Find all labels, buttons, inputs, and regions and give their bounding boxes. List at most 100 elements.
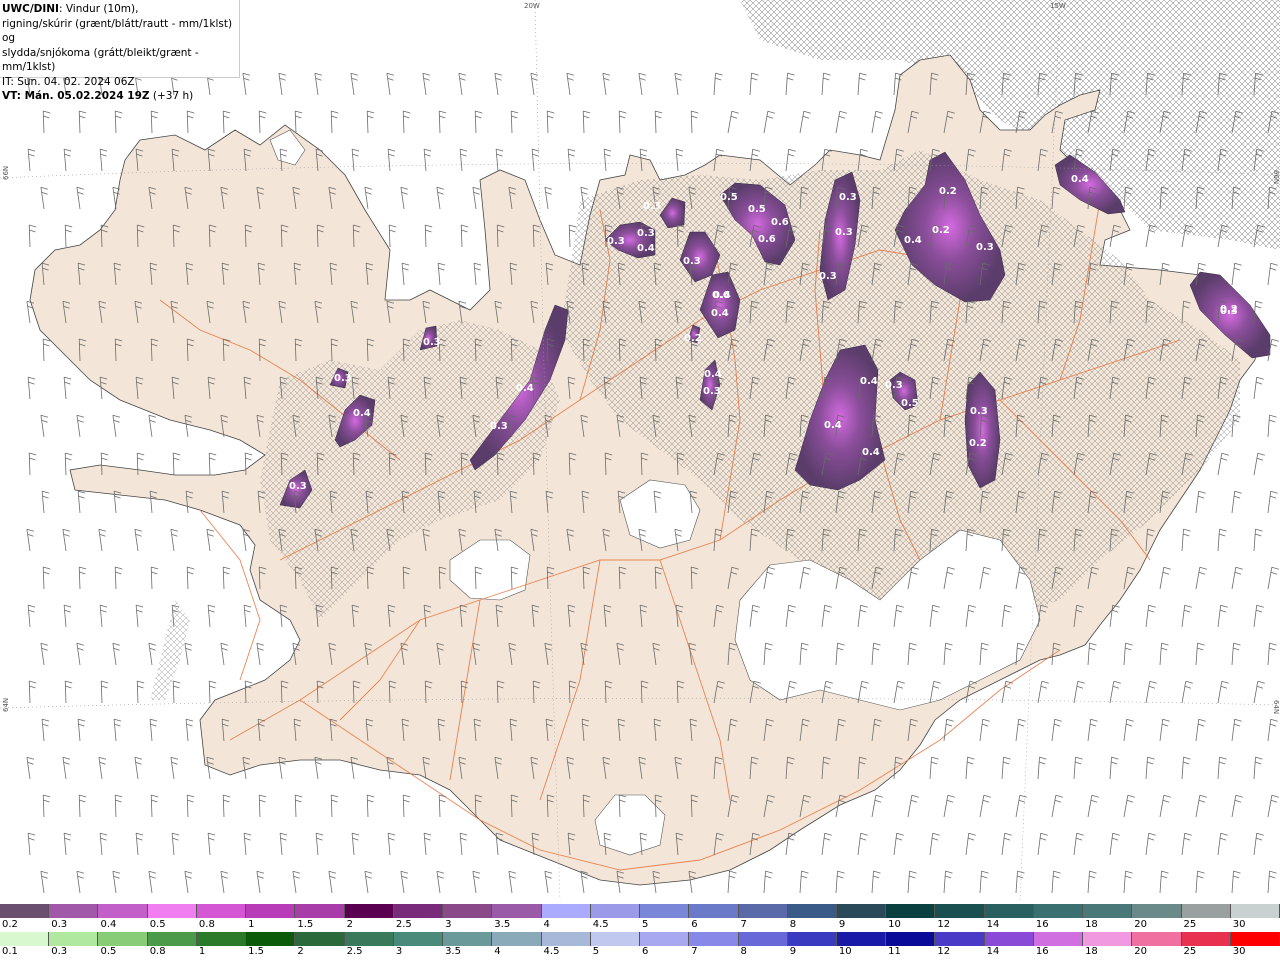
- scale-swatch: [689, 932, 739, 946]
- scale-swatch: [196, 932, 247, 946]
- scale-label: 7: [740, 919, 747, 930]
- scale-label: 4.5: [592, 919, 609, 930]
- scale-label: 1: [198, 946, 206, 957]
- scale-label: 3: [445, 919, 452, 930]
- scale-swatch: [1083, 904, 1133, 918]
- scale-label: 9: [838, 919, 846, 930]
- valid-time-line: VT: Mán. 05.02.2024 19Z (+37 h): [2, 89, 239, 104]
- scale-swatch: [443, 904, 493, 918]
- scale-swatch: [541, 904, 591, 918]
- scale-swatch: [1033, 904, 1084, 918]
- scale-label: 8: [740, 946, 747, 957]
- valid-time: VT: Mán. 05.02.2024 19Z: [2, 90, 150, 102]
- scale-label: 25: [1183, 946, 1197, 957]
- scale-swatch: [147, 932, 197, 946]
- scale-swatch: [1181, 932, 1231, 946]
- initial-time: IT: Sun. 04. 02. 2024 06Z: [2, 75, 135, 88]
- scale-swatch: [196, 904, 247, 918]
- scale-label: 0.1: [2, 946, 18, 957]
- scale-label: 4: [543, 919, 550, 930]
- scale-swatch: [984, 932, 1034, 946]
- scale-label: 12: [937, 919, 951, 930]
- scale-swatch: [1083, 932, 1133, 946]
- scale-label: 6: [642, 946, 649, 957]
- scale-swatch: [0, 932, 50, 946]
- scale-label: 1.5: [297, 919, 314, 930]
- scale-swatch: [1181, 904, 1231, 918]
- scale-swatch: [689, 904, 739, 918]
- scale-label: 0.8: [198, 919, 215, 930]
- scale-label: 0.5: [100, 946, 117, 957]
- precip-value-label: 0.2: [939, 186, 957, 197]
- scale-swatch: [1230, 904, 1280, 918]
- scale-label: 2: [346, 919, 353, 930]
- scale-label: 2: [297, 946, 304, 957]
- scale-swatch: [492, 932, 542, 946]
- precip-value-label: 0.4: [860, 376, 878, 387]
- precip-value-label: 0.2: [684, 333, 702, 344]
- rain-color-scale: [0, 932, 1280, 946]
- scale-swatch: [49, 932, 99, 946]
- scale-label: 0.3: [51, 919, 68, 930]
- scale-swatch: [590, 904, 641, 918]
- scale-swatch: [49, 904, 99, 918]
- scale-label: 7: [691, 946, 698, 957]
- precip-value-label: 0.4: [862, 447, 880, 458]
- scale-swatch: [147, 904, 197, 918]
- scale-swatch: [836, 932, 887, 946]
- scale-label: 4.5: [543, 946, 560, 957]
- scale-label: 10: [888, 919, 901, 930]
- edge-label-64n-left: 64N: [2, 698, 10, 712]
- scale-label: 2.5: [395, 919, 412, 930]
- precip-value-label: 0.6: [758, 234, 776, 245]
- precip-value-label: 0.4: [637, 243, 655, 254]
- scale-swatch: [443, 932, 493, 946]
- scale-swatch: [590, 932, 641, 946]
- scale-label: 11: [888, 946, 901, 957]
- precip-value-label: 0.4: [824, 420, 842, 431]
- precip-value-label: 0.2: [969, 438, 987, 449]
- scale-label: 14: [986, 946, 1000, 957]
- scale-swatch: [738, 904, 788, 918]
- scale-label: 12: [937, 946, 951, 957]
- scale-swatch: [1132, 932, 1182, 946]
- precip-value-label: 0.4: [1071, 174, 1089, 185]
- forecast-hours: (+37 h): [149, 90, 194, 102]
- scale-label: 4: [494, 946, 501, 957]
- model-name: UWC/DINI: [2, 3, 59, 15]
- scale-label: 0.8: [149, 946, 166, 957]
- scale-label: 1.5: [248, 946, 265, 957]
- scale-label: 20: [1134, 946, 1148, 957]
- scale-swatch: [1033, 932, 1084, 946]
- scale-swatch: [246, 904, 296, 918]
- scale-label: 3.5: [494, 919, 511, 930]
- edge-label-66n-left: 66N: [2, 166, 10, 180]
- scale-label: 18: [1085, 946, 1098, 957]
- scale-swatch: [246, 932, 296, 946]
- scale-swatch: [935, 904, 985, 918]
- edge-label-64n-right: 64N: [1272, 700, 1280, 714]
- edge-label-66n-right: 66N: [1272, 170, 1280, 184]
- precip-value-label: 0.6: [771, 217, 789, 228]
- precip-value-label: 0.2: [1220, 304, 1238, 315]
- scale-label: 25: [1183, 919, 1197, 930]
- precip-value-label: 0.4: [516, 383, 534, 394]
- precip-value-label: 0.4: [904, 235, 922, 246]
- scale-label: 18: [1085, 919, 1098, 930]
- scale-swatch: [295, 904, 345, 918]
- scale-swatch: [295, 932, 345, 946]
- scale-label: 10: [838, 946, 852, 957]
- precip-value-label: 0.5: [720, 192, 738, 203]
- precip-value-label: 0.3: [334, 373, 352, 384]
- scale-swatch: [886, 932, 936, 946]
- precip-value-label: 0.3: [819, 271, 837, 282]
- precip-value-label: 0.3: [423, 337, 441, 348]
- edge-label-20w: 20W: [524, 2, 540, 10]
- precip-value-label: 0.4: [353, 408, 371, 419]
- precip-value-label: 0.3: [490, 421, 508, 432]
- header-line3: slydda/snjókoma (grátt/bleikt/grænt - mm…: [2, 46, 199, 74]
- scale-swatch: [640, 932, 690, 946]
- scale-label: 0.4: [100, 919, 117, 930]
- precip-value-label: 0.3: [839, 192, 857, 203]
- scale-label: 3.5: [445, 946, 461, 957]
